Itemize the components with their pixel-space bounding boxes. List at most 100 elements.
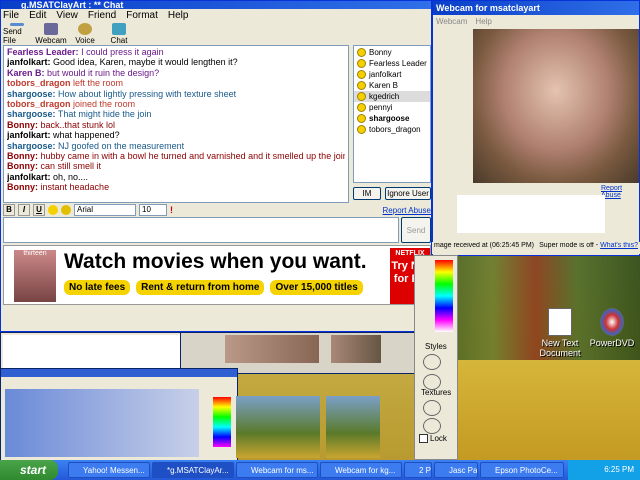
user-list-item[interactable]: kgedrich xyxy=(354,91,430,102)
chat-message-text: That might hide the join xyxy=(57,109,152,120)
chat-window-title: g.MSATClayArt : ** Chat xyxy=(1,1,431,9)
send-button[interactable]: Send xyxy=(401,217,431,243)
desktop-icon-new-text-document[interactable]: New Text Document xyxy=(532,308,588,358)
voice-label: Voice xyxy=(75,36,95,45)
menu-file[interactable]: File xyxy=(3,10,19,22)
taskbar-item[interactable]: Jasc Paint Shop... xyxy=(434,462,478,478)
user-list-item[interactable]: tobors_dragon xyxy=(354,124,430,135)
bold-button[interactable]: B xyxy=(3,204,15,216)
chat-message-text: left the room xyxy=(73,78,124,89)
taskbar-item[interactable]: Epson PhotoCe... xyxy=(480,462,564,478)
chat-message-author: janfolkart: xyxy=(7,57,51,68)
send-file-button[interactable]: Send File xyxy=(3,23,31,45)
chat-message-author: Karen B: xyxy=(7,67,45,78)
styles-swatch[interactable] xyxy=(423,354,441,370)
menu-friend[interactable]: Friend xyxy=(88,10,116,22)
webcam-label: Webcam xyxy=(35,36,67,45)
chat-message-text: what happened? xyxy=(53,130,120,141)
ad-feature-pills: No late fees Rent & return from home Ove… xyxy=(64,280,363,295)
font-select[interactable]: Arial xyxy=(74,204,136,216)
chat-message-author: Bonny: xyxy=(7,182,38,193)
audible-icon[interactable] xyxy=(61,205,71,215)
user-list-item[interactable]: Karen B xyxy=(354,80,430,91)
taskbar-clock[interactable]: 6:25 PM xyxy=(604,465,634,474)
webcam-window[interactable]: Webcam for msatclayart Webcam Help Repor… xyxy=(432,0,640,256)
webcam-report-abuse-link[interactable]: Report Abuse xyxy=(601,185,639,199)
menu-help[interactable]: Help xyxy=(168,10,189,22)
chat-message-text: hubby came in with a bowl he turned and … xyxy=(40,151,345,162)
user-list-item[interactable]: Fearless Leader xyxy=(354,58,430,69)
room-user-list[interactable]: Bonny Fearless Leader janfolkart Karen B kge… xyxy=(353,45,431,183)
chat-message-text: I could press it again xyxy=(81,47,164,57)
chat-window[interactable]: g.MSATClayArt : ** Chat File Edit View F… xyxy=(0,0,432,332)
user-status-icon xyxy=(357,125,366,134)
chat-message-text: oh, no.... xyxy=(53,171,89,182)
texture-swatch[interactable] xyxy=(423,418,441,434)
webcam-thumbnail xyxy=(331,335,381,363)
font-size-select[interactable]: 10 xyxy=(139,204,167,216)
italic-button[interactable]: I xyxy=(18,204,30,216)
menu-webcam[interactable]: Webcam xyxy=(436,17,467,26)
ad-pill: Rent & return from home xyxy=(136,280,265,295)
emoticon-icon[interactable] xyxy=(48,205,58,215)
ad-headline: Watch movies when you want. xyxy=(64,250,367,273)
styles-label: Styles xyxy=(425,342,447,351)
microphone-icon xyxy=(78,23,92,35)
desktop-icon-label: PowerDVD xyxy=(589,338,635,348)
taskbar-item[interactable]: *g.MSATClayAr... xyxy=(152,462,234,478)
webcam-video-feed xyxy=(473,29,639,183)
chat-message-text: Good idea, Karen, maybe it would lengthe… xyxy=(53,57,238,68)
texture-swatch[interactable] xyxy=(423,400,441,416)
background-window-thumbnail xyxy=(326,396,380,458)
send-file-icon xyxy=(10,23,24,26)
start-button[interactable]: start xyxy=(0,460,58,480)
paint-shop-materials-panel[interactable]: Styles Textures Lock xyxy=(414,255,458,460)
desktop-icon-powerdvd[interactable]: PowerDVD xyxy=(584,308,640,348)
chat-message-log[interactable]: Fearless Leader: I could press it again j… xyxy=(3,45,349,203)
taskbar-item[interactable]: Yahoo! Messen... xyxy=(68,462,150,478)
voice-button[interactable]: Voice xyxy=(71,23,99,45)
chat-message: Bonny: can still smell it xyxy=(7,161,345,171)
user-name: janfolkart xyxy=(369,70,402,79)
user-status-icon xyxy=(357,59,366,68)
start-label: start xyxy=(20,463,47,477)
chat-message-author: shargoose: xyxy=(7,140,56,151)
chat-message-text: but would it ruin the design? xyxy=(47,67,160,78)
ignore-user-button[interactable]: Ignore User xyxy=(385,187,431,200)
user-list-item[interactable]: janfolkart xyxy=(354,69,430,80)
color-palette[interactable] xyxy=(435,260,453,332)
user-name: Bonny xyxy=(369,48,392,57)
chat-message-author: shargoose: xyxy=(7,88,56,99)
checkbox-icon xyxy=(419,434,428,443)
user-name: kgedrich xyxy=(369,92,400,101)
netflix-banner-ad[interactable]: thirteen Watch movies when you want. No … xyxy=(3,245,431,305)
webcam-info-panel xyxy=(457,195,605,233)
lock-checkbox[interactable]: Lock xyxy=(419,434,447,443)
message-input[interactable] xyxy=(3,217,399,243)
report-abuse-link[interactable]: Report Abuse xyxy=(383,206,431,215)
background-paint-shop-window[interactable] xyxy=(0,368,238,462)
chat-message-author: tobors_dragon xyxy=(7,78,71,89)
menu-edit[interactable]: Edit xyxy=(29,10,46,22)
taskbar-item[interactable]: 2 Paint Sh... xyxy=(404,462,432,478)
taskbar-item[interactable]: Webcam for kg... xyxy=(320,462,402,478)
webcam-button[interactable]: Webcam xyxy=(35,23,67,45)
chat-message-author: janfolkart: xyxy=(7,130,51,141)
whats-this-link[interactable]: What's this? xyxy=(600,242,638,249)
window-titlebar xyxy=(1,369,237,377)
taskbar-item[interactable]: Webcam for ms... xyxy=(236,462,318,478)
buzz-icon[interactable]: ! xyxy=(170,205,173,215)
user-list-item[interactable]: shargoose xyxy=(354,113,430,124)
chat-toolbar: Send File Webcam Voice Chat xyxy=(3,23,133,45)
underline-button[interactable]: U xyxy=(33,204,45,216)
menu-view[interactable]: View xyxy=(56,10,78,22)
im-button[interactable]: IM xyxy=(353,187,381,200)
chat-message: Bonny: instant headache xyxy=(7,182,345,192)
user-list-item[interactable]: pennyi xyxy=(354,102,430,113)
user-status-icon xyxy=(357,48,366,57)
menu-help[interactable]: Help xyxy=(475,17,491,26)
textures-label: Textures xyxy=(421,388,452,397)
chat-button[interactable]: Chat xyxy=(105,23,133,45)
menu-format[interactable]: Format xyxy=(126,10,158,22)
user-list-item[interactable]: Bonny xyxy=(354,47,430,58)
